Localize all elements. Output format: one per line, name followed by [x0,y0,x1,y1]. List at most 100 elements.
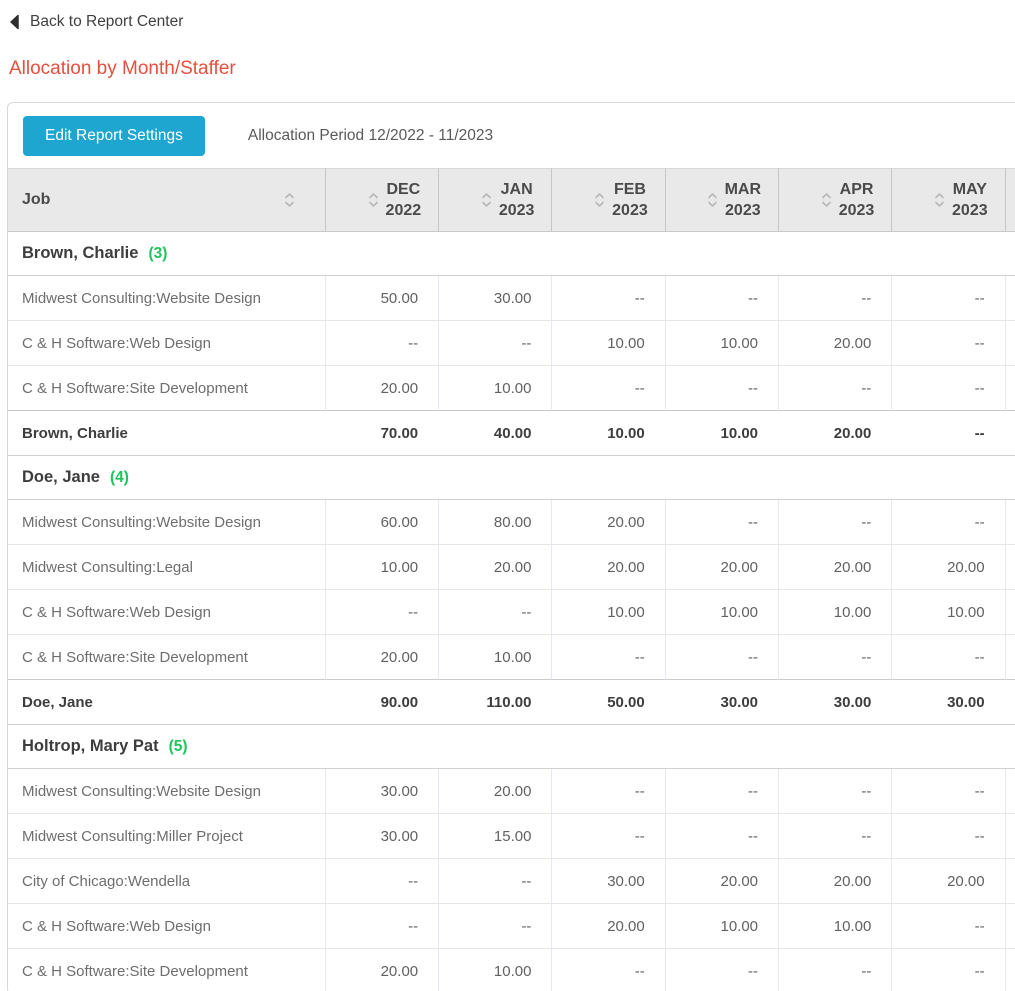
partial-column-cell [1005,366,1015,411]
allocation-value-cell: -- [551,769,664,814]
allocation-value-cell: -- [778,500,891,545]
allocation-value-cell: 20.00 [551,904,664,949]
allocation-value-cell: 20.00 [551,500,664,545]
job-name-cell: City of Chicago:Wendella [8,859,325,904]
allocation-value-cell: 20.00 [551,545,664,590]
column-header-job[interactable]: Job [8,168,325,232]
report-card: Edit Report Settings Allocation Period 1… [7,102,1015,991]
allocation-value-cell: -- [665,635,778,680]
month-header-label: FEB2023 [612,179,648,221]
allocation-value-cell: -- [325,590,438,635]
allocation-value-cell: 10.00 [778,904,891,949]
allocation-period-label: Allocation Period 12/2022 - 11/2023 [248,127,493,145]
allocation-value-cell: -- [665,949,778,991]
partial-column-cell [1005,321,1015,366]
sort-icon[interactable] [821,190,832,210]
allocation-value-cell: -- [665,366,778,411]
sort-icon[interactable] [284,190,295,210]
allocation-value-cell: -- [551,635,664,680]
allocation-value-cell: -- [891,635,1004,680]
page-title: Allocation by Month/Staffer [9,58,1015,80]
allocation-value-cell: 10.00 [325,545,438,590]
allocation-value-cell: 20.00 [891,545,1004,590]
allocation-value-cell: -- [551,276,664,321]
back-to-report-center-link[interactable]: Back to Report Center [0,0,183,31]
allocation-value-cell: 20.00 [438,545,551,590]
allocation-value-cell: 30.00 [438,276,551,321]
table-header-row: Job DEC2022 JAN2023 FEB2023 MAR2023APR2023 M… [8,168,1015,232]
partial-column-cell [1005,590,1015,635]
month-header-label: MAY2023 [952,179,988,221]
partial-column-cell [1005,814,1015,859]
allocation-value-cell: 20.00 [438,769,551,814]
staffer-name: Doe, Jane [22,468,100,486]
partial-column-cell [1005,680,1015,725]
allocation-value-cell: -- [665,769,778,814]
job-allocation-row: Midwest Consulting:Legal10.0020.0020.002… [8,545,1015,590]
allocation-value-cell: -- [665,276,778,321]
partial-column-cell [1005,949,1015,991]
partial-column-cell [1005,276,1015,321]
allocation-value-cell: -- [891,321,1004,366]
column-header-apr-2023[interactable]: APR2023 [778,168,891,232]
staffer-total-row: Doe, Jane90.00110.0050.0030.0030.0030.00 [8,680,1015,725]
staffer-total-row: Brown, Charlie70.0040.0010.0010.0020.00-… [8,411,1015,456]
allocation-value-cell: 20.00 [778,411,891,456]
staffer-job-count-badge: (5) [169,738,188,755]
allocation-value-cell: -- [891,500,1004,545]
allocation-value-cell: 110.00 [438,680,551,725]
allocation-value-cell: -- [325,859,438,904]
sort-icon[interactable] [594,190,605,210]
job-allocation-row: C & H Software:Web Design----10.0010.001… [8,590,1015,635]
allocation-value-cell: 20.00 [778,321,891,366]
allocation-value-cell: -- [438,590,551,635]
job-name-cell: C & H Software:Site Development [8,949,325,991]
sort-icon[interactable] [707,190,718,210]
allocation-value-cell: 10.00 [551,321,664,366]
sort-icon[interactable] [368,190,379,210]
staffer-total-label: Brown, Charlie [8,411,325,456]
allocation-value-cell: -- [778,814,891,859]
column-header-jan-2023[interactable]: JAN2023 [438,168,551,232]
allocation-value-cell: 40.00 [438,411,551,456]
staffer-group-header-row: Brown, Charlie(3) [8,232,1015,276]
sort-icon[interactable] [934,190,945,210]
sort-icon[interactable] [481,190,492,210]
allocation-value-cell: 10.00 [665,590,778,635]
allocation-value-cell: 20.00 [778,859,891,904]
column-header-may-2023[interactable]: MAY2023 [891,168,1004,232]
allocation-value-cell: -- [891,904,1004,949]
job-name-cell: C & H Software:Site Development [8,635,325,680]
month-header-label: DEC2022 [386,179,422,221]
edit-report-settings-button[interactable]: Edit Report Settings [23,116,205,156]
column-header-dec-2022[interactable]: DEC2022 [325,168,438,232]
allocation-value-cell: 20.00 [325,366,438,411]
allocation-value-cell: 70.00 [325,411,438,456]
back-link-label: Back to Report Center [30,13,183,31]
job-name-cell: Midwest Consulting:Miller Project [8,814,325,859]
job-allocation-row: Midwest Consulting:Website Design60.0080… [8,500,1015,545]
report-toolbar: Edit Report Settings Allocation Period 1… [8,103,1015,168]
column-header-feb-2023[interactable]: FEB2023 [551,168,664,232]
allocation-value-cell: 30.00 [665,680,778,725]
allocation-value-cell: -- [891,366,1004,411]
partial-column-cell [1005,411,1015,456]
allocation-value-cell: 20.00 [325,635,438,680]
allocation-value-cell: 30.00 [325,814,438,859]
allocation-value-cell: -- [438,321,551,366]
job-name-cell: Midwest Consulting:Legal [8,545,325,590]
job-name-cell: Midwest Consulting:Website Design [8,769,325,814]
column-header-mar-2023[interactable]: MAR2023 [665,168,778,232]
allocation-value-cell: -- [778,949,891,991]
allocation-value-cell: -- [438,859,551,904]
job-allocation-row: C & H Software:Site Development20.0010.0… [8,949,1015,991]
staffer-job-count-badge: (3) [148,245,167,262]
allocation-value-cell: -- [438,904,551,949]
allocation-value-cell: 10.00 [665,904,778,949]
allocation-value-cell: 20.00 [665,545,778,590]
allocation-value-cell: -- [325,904,438,949]
job-name-cell: C & H Software:Web Design [8,904,325,949]
allocation-value-cell: -- [891,949,1004,991]
allocation-value-cell: 20.00 [325,949,438,991]
column-header-next-partial[interactable] [1005,168,1015,232]
